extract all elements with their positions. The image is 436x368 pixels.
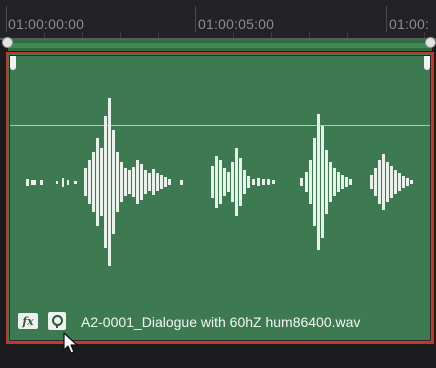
clip-name: A2-0001_Dialogue with 60hZ hum86400.wav bbox=[81, 314, 361, 330]
fx-icon[interactable]: fx bbox=[18, 313, 38, 329]
audio-waveform bbox=[26, 98, 413, 266]
pointer-cursor-icon bbox=[63, 332, 78, 354]
timecode-label: 01:00: bbox=[389, 16, 430, 32]
timecode-label: 01:00:00:00 bbox=[8, 16, 85, 32]
pin-icon[interactable] bbox=[48, 312, 66, 330]
clip-trim-handle-right[interactable] bbox=[424, 56, 430, 70]
timecode-label: 01:00:05:00 bbox=[198, 16, 275, 32]
clip-trim-handle-left[interactable] bbox=[10, 56, 16, 70]
audio-clip-body[interactable]: fx A2-0001_Dialogue with 60hZ hum86400.w… bbox=[9, 55, 431, 341]
timeline-ruler[interactable]: 01:00:00:00 01:00:05:00 01:00: bbox=[0, 0, 436, 38]
pin-icon-stem bbox=[56, 324, 58, 328]
ruler-marker bbox=[195, 6, 196, 32]
fx-label: fx bbox=[22, 314, 34, 328]
range-end-handle[interactable] bbox=[425, 37, 436, 48]
ruler-marker bbox=[386, 6, 387, 32]
range-start-handle[interactable] bbox=[2, 37, 13, 48]
timeline-range-track[interactable] bbox=[8, 40, 432, 51]
timeline-range-bar[interactable] bbox=[8, 43, 432, 48]
ruler-marker bbox=[6, 6, 7, 32]
audio-clip[interactable]: fx A2-0001_Dialogue with 60hZ hum86400.w… bbox=[6, 52, 434, 344]
